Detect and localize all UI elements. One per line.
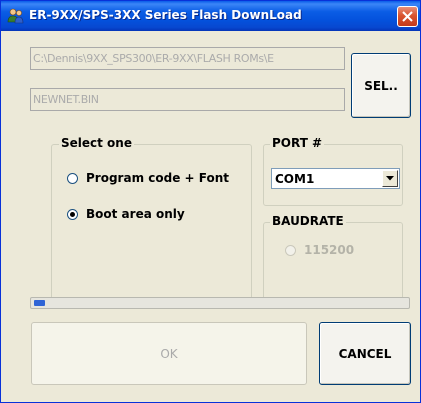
radio-label: Program code + Font (86, 171, 229, 185)
port-select[interactable]: COM1 (271, 168, 400, 189)
title-bar[interactable]: ER-9XX/SPS-3XX Series Flash DownLoad (1, 1, 420, 31)
cancel-button[interactable]: CANCEL (319, 322, 411, 385)
radio-button-disabled[interactable] (285, 244, 296, 256)
select-one-group: Select one (51, 136, 252, 305)
baudrate-label: BAUDRATE (270, 214, 346, 228)
select-file-button[interactable]: SEL.. (351, 53, 411, 118)
radio-boot-area-only[interactable]: Boot area only (67, 207, 185, 221)
app-people-icon (7, 7, 24, 24)
path-field[interactable]: C:\Dennis\9XX_SPS300\ER-9XX\FLASH ROMs\E (30, 47, 345, 70)
window-title: ER-9XX/SPS-3XX Series Flash DownLoad (29, 8, 302, 22)
radio-button[interactable] (67, 172, 78, 184)
dialog-content: C:\Dennis\9XX_SPS300\ER-9XX\FLASH ROMs\E… (1, 31, 420, 402)
radio-baud-115200[interactable]: 115200 (285, 243, 354, 257)
chevron-down-icon (386, 176, 394, 181)
ok-button[interactable]: OK (31, 322, 307, 385)
port-label: PORT # (270, 136, 325, 150)
progress-bar (30, 297, 410, 309)
close-button[interactable] (397, 6, 418, 27)
select-one-label: Select one (59, 136, 134, 150)
radio-label: 115200 (304, 243, 355, 257)
port-selected-value: COM1 (275, 172, 315, 186)
baudrate-group: BAUDRATE (263, 214, 403, 305)
radio-label: Boot area only (86, 207, 185, 221)
close-icon (402, 11, 413, 22)
radio-button-checked[interactable] (67, 208, 78, 220)
progress-fill (34, 300, 45, 306)
filename-field[interactable]: NEWNET.BIN (30, 88, 345, 111)
dropdown-button[interactable] (382, 170, 398, 187)
flash-download-window: ER-9XX/SPS-3XX Series Flash DownLoad C:\… (0, 0, 421, 403)
radio-program-code-font[interactable]: Program code + Font (67, 171, 229, 185)
